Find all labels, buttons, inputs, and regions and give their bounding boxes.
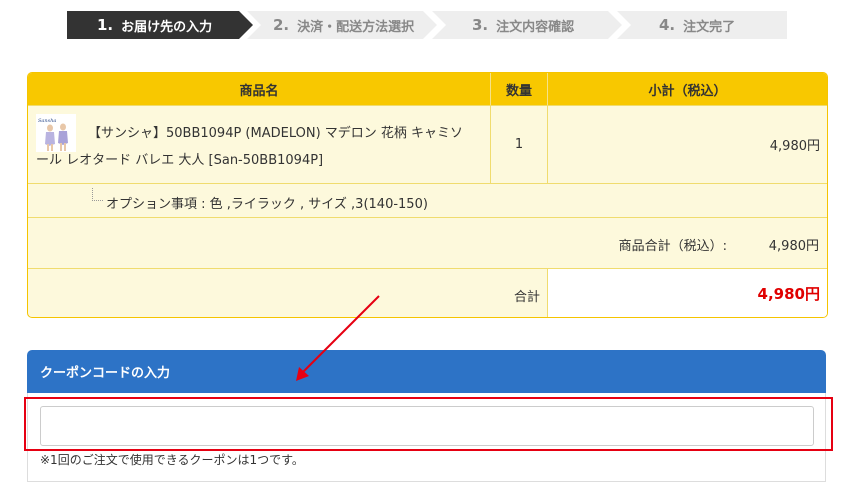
- annotation-arrow-icon: [296, 295, 380, 381]
